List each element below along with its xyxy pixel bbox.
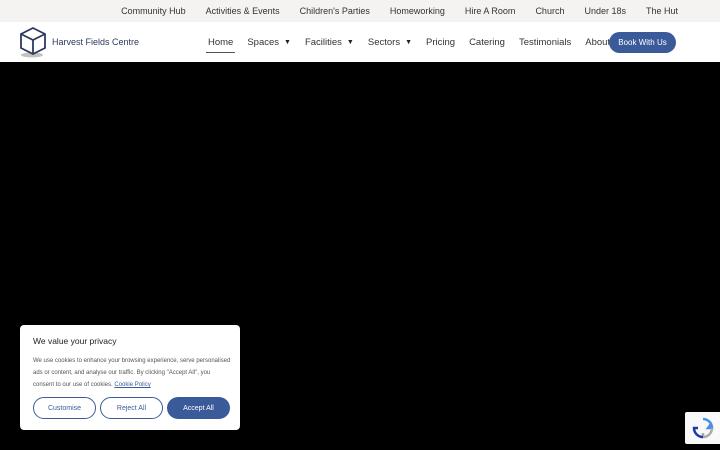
caret-down-icon: ▼ bbox=[405, 38, 413, 46]
topbar-link-activities-events[interactable]: Activities & Events bbox=[206, 6, 280, 16]
nav-about-label: About bbox=[585, 36, 611, 48]
cube-logo-icon bbox=[20, 26, 46, 58]
topbar-link-community-hub[interactable]: Community Hub bbox=[121, 6, 186, 16]
accept-all-button[interactable]: Accept All bbox=[167, 397, 230, 419]
topbar-link-childrens-parties[interactable]: Children's Parties bbox=[300, 6, 370, 16]
nav-sectors[interactable]: Sectors ▼ bbox=[368, 22, 412, 62]
customise-button[interactable]: Customise bbox=[33, 397, 96, 419]
topbar-link-the-hut[interactable]: The Hut bbox=[646, 6, 678, 16]
logo-text: Harvest Fields Centre bbox=[52, 37, 140, 47]
topbar-link-homeworking[interactable]: Homeworking bbox=[390, 6, 445, 16]
cookie-buttons: Customise Reject All Accept All bbox=[33, 397, 230, 419]
topbar-link-hire-a-room[interactable]: Hire A Room bbox=[465, 6, 516, 16]
topbar-link-under-18s[interactable]: Under 18s bbox=[584, 6, 626, 16]
nav-sectors-label: Sectors bbox=[367, 36, 401, 48]
main-header: Harvest Fields Centre Home Spaces ▼ Facil… bbox=[0, 22, 720, 62]
main-nav: Home Spaces ▼ Facilities ▼ Sectors ▼ Pricin… bbox=[205, 22, 624, 62]
cookie-title: We value your privacy bbox=[33, 336, 117, 346]
nav-catering-label: Catering bbox=[469, 36, 505, 48]
topbar-link-church[interactable]: Church bbox=[535, 6, 564, 16]
caret-down-icon: ▼ bbox=[284, 38, 291, 46]
nav-testimonials[interactable]: Testimonials bbox=[519, 22, 571, 62]
nav-about[interactable]: About bbox=[585, 22, 610, 62]
nav-testimonials-label: Testimonials bbox=[518, 36, 572, 48]
nav-spaces-label: Spaces bbox=[247, 36, 280, 48]
book-with-us-button[interactable]: Book With Us bbox=[609, 32, 676, 53]
recaptcha-badge[interactable] bbox=[685, 412, 720, 444]
site-logo[interactable]: Harvest Fields Centre bbox=[18, 26, 139, 58]
nav-home-label: Home bbox=[208, 36, 234, 48]
nav-facilities[interactable]: Facilities ▼ bbox=[305, 22, 354, 62]
top-utility-bar: Community Hub Activities & Events Childr… bbox=[0, 0, 720, 22]
nav-catering[interactable]: Catering bbox=[469, 22, 505, 62]
recaptcha-icon bbox=[692, 417, 713, 439]
cookie-consent-banner: We value your privacy We use cookies to … bbox=[20, 325, 240, 430]
reject-all-button[interactable]: Reject All bbox=[100, 397, 163, 419]
nav-home[interactable]: Home bbox=[205, 22, 236, 62]
caret-down-icon: ▼ bbox=[346, 38, 354, 46]
cookie-description: We use cookies to enhance your browsing … bbox=[33, 355, 231, 391]
nav-facilities-label: Facilities bbox=[304, 36, 342, 48]
nav-pricing-label: Pricing bbox=[426, 36, 456, 48]
nav-pricing[interactable]: Pricing bbox=[426, 22, 455, 62]
cookie-policy-link[interactable]: Cookie Policy bbox=[114, 382, 150, 388]
nav-spaces[interactable]: Spaces ▼ bbox=[247, 22, 291, 62]
